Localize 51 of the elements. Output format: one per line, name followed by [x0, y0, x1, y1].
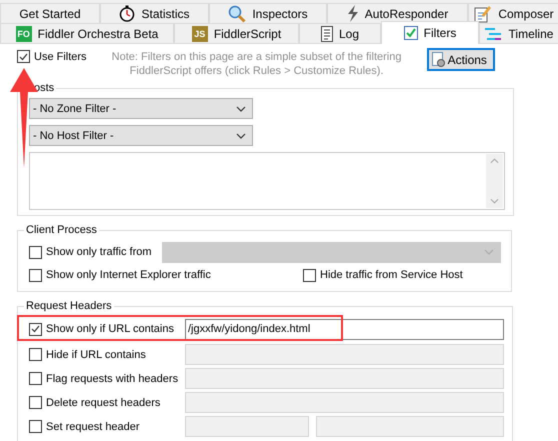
zone-filter-dropdown[interactable]: - No Zone Filter - — [29, 98, 253, 119]
actions-button[interactable]: Actions — [426, 48, 495, 71]
checkbox-label: Delete request headers — [46, 396, 160, 408]
magnifier-icon — [228, 4, 246, 22]
tab[interactable]: Inspectors — [209, 3, 327, 23]
tab[interactable]: Filters — [381, 21, 479, 44]
tab[interactable]: FO Fiddler Orchestra Beta — [0, 23, 174, 43]
hosts-text-area[interactable] — [29, 152, 505, 210]
checkbox[interactable] — [29, 268, 42, 282]
tab[interactable]: JS FiddlerScript — [174, 23, 299, 43]
document-icon — [320, 26, 333, 42]
chevron-down-icon — [484, 249, 494, 255]
tab[interactable]: Get Started — [0, 3, 100, 23]
checkbox[interactable] — [29, 322, 42, 336]
checkbox-label: Hide if URL contains — [46, 348, 146, 360]
checkbox-label: Show only Internet Explorer traffic — [46, 269, 211, 281]
checkbox-label: Show only traffic from — [46, 246, 152, 258]
lightning-icon — [346, 5, 359, 22]
notepad-icon — [474, 4, 492, 22]
scroll-down-icon[interactable] — [490, 198, 499, 204]
checkbox[interactable] — [29, 396, 42, 409]
scrollbar[interactable] — [486, 154, 503, 208]
checkbox-icon — [404, 26, 418, 40]
group-title: Request Headers — [25, 300, 113, 312]
js-badge: JS — [192, 26, 208, 42]
group-title: Client Process — [25, 224, 98, 236]
checkbox[interactable] — [17, 50, 30, 63]
tab[interactable]: Composer — [468, 3, 558, 23]
checkbox[interactable] — [29, 246, 42, 258]
tab[interactable]: Statistics — [100, 3, 209, 23]
checkbox-label: Set request header — [46, 420, 140, 432]
checkbox-label: Hide traffic from Service Host — [320, 269, 463, 281]
chevron-down-icon — [236, 132, 246, 138]
checkbox-label: Show only if URL contains — [46, 323, 174, 335]
checkbox-label: Flag requests with headers — [46, 372, 178, 384]
text-field[interactable]: /jgxxfw/yidong/index.html — [185, 318, 504, 340]
scroll-up-icon[interactable] — [490, 158, 499, 164]
checkbox[interactable] — [29, 420, 42, 433]
tab[interactable]: Timeline — [479, 23, 558, 43]
checkbox-label: Use Filters — [34, 50, 87, 62]
note-text: Note: Filters on this page are a simple subset of the filtering FiddlerScript offers (click Rules > Customize Rules). — [110, 50, 402, 78]
timeline-icon — [484, 28, 503, 40]
checkbox[interactable] — [29, 348, 42, 361]
tab[interactable]: AutoResponder — [327, 3, 468, 23]
host-filter-dropdown[interactable]: - No Host Filter - — [29, 125, 253, 146]
checkbox[interactable] — [303, 268, 316, 282]
chevron-down-icon — [236, 106, 246, 112]
fo-badge: FO — [16, 26, 32, 42]
tab[interactable]: Log — [299, 23, 381, 43]
stopwatch-icon — [119, 5, 136, 22]
checkbox[interactable] — [29, 372, 42, 385]
